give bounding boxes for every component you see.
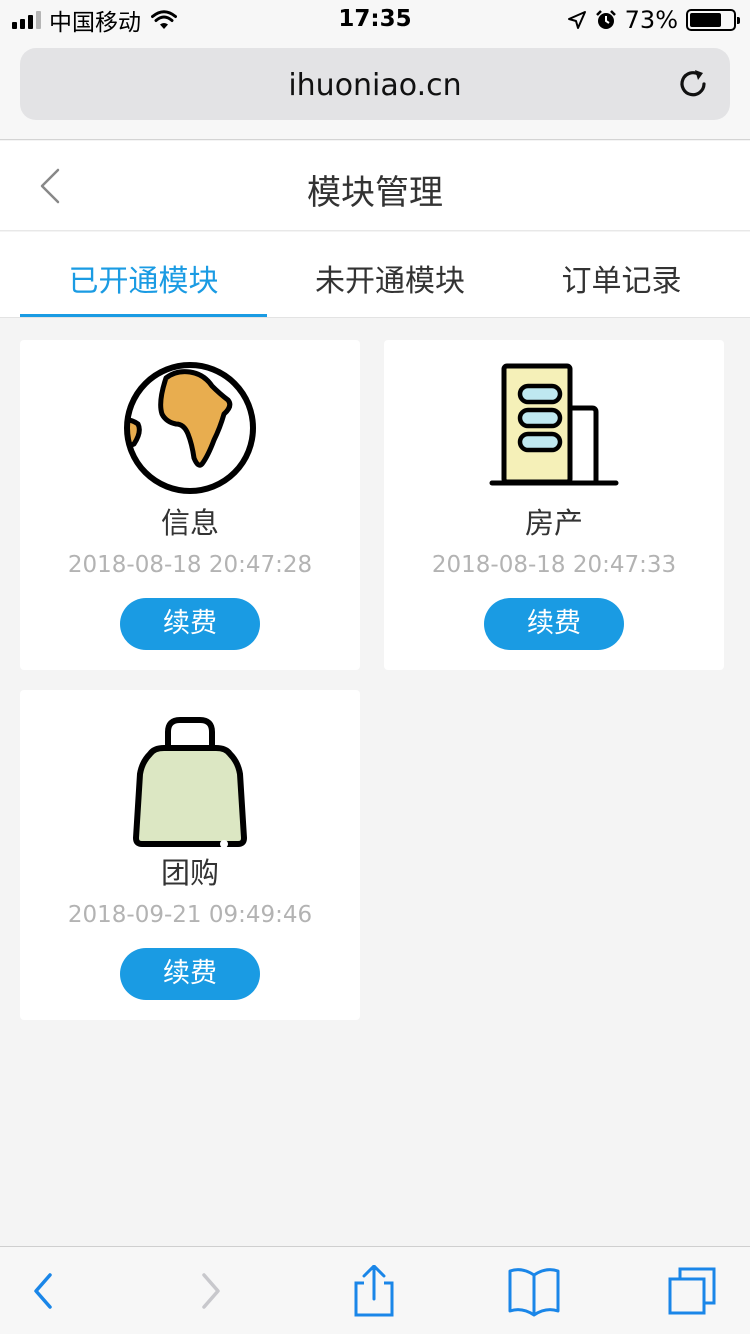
renew-button[interactable]: 续费	[120, 948, 260, 1000]
tab-opened-modules[interactable]: 已开通模块	[20, 256, 267, 300]
shopping-bag-icon	[133, 717, 247, 848]
battery-percent: 73%	[624, 6, 678, 34]
alarm-clock-icon	[595, 10, 616, 29]
bookmarks-icon[interactable]	[504, 1265, 564, 1317]
module-card-real-estate: 房产 2018-08-18 20:47:33 续费	[384, 340, 724, 670]
battery-icon	[686, 9, 740, 31]
globe-icon	[124, 362, 256, 494]
module-name: 信息	[160, 506, 219, 540]
renew-button[interactable]: 续费	[120, 598, 260, 650]
browser-forward-icon[interactable]	[180, 1265, 240, 1317]
address-bar[interactable]: ihuoniao.cn	[20, 48, 730, 120]
module-tabs: 已开通模块 未开通模块 订单记录	[0, 232, 750, 318]
module-card-info: 信息 2018-08-18 20:47:28 续费	[20, 340, 360, 670]
battery-fill	[690, 13, 721, 27]
share-icon[interactable]	[344, 1265, 404, 1317]
reload-icon[interactable]	[676, 66, 712, 102]
browser-back-icon[interactable]	[14, 1265, 74, 1317]
browser-toolbar	[0, 1246, 750, 1334]
app-header: 模块管理	[0, 141, 750, 231]
active-tab-indicator	[20, 314, 267, 317]
module-date: 2018-08-18 20:47:28	[67, 552, 313, 578]
module-card-group-buy: 团购 2018-09-21 09:49:46 续费	[20, 690, 360, 1020]
renew-button[interactable]: 续费	[484, 598, 624, 650]
tab-unopened-modules[interactable]: 未开通模块	[267, 256, 513, 300]
tabs-icon[interactable]	[662, 1265, 722, 1317]
building-icon	[489, 363, 619, 486]
location-arrow-icon	[567, 11, 586, 29]
status-bar: 中国移动 17:35 73%	[0, 0, 750, 40]
module-date: 2018-08-18 20:47:33	[431, 552, 677, 578]
status-right: 73%	[567, 6, 740, 34]
module-name: 房产	[524, 506, 583, 540]
tab-order-records[interactable]: 订单记录	[513, 256, 730, 300]
url-text[interactable]: ihuoniao.cn	[20, 68, 730, 103]
browser-address-area: ihuoniao.cn	[0, 40, 750, 140]
module-date: 2018-09-21 09:49:46	[67, 902, 313, 928]
module-name: 团购	[160, 856, 219, 890]
page-title: 模块管理	[307, 173, 443, 213]
